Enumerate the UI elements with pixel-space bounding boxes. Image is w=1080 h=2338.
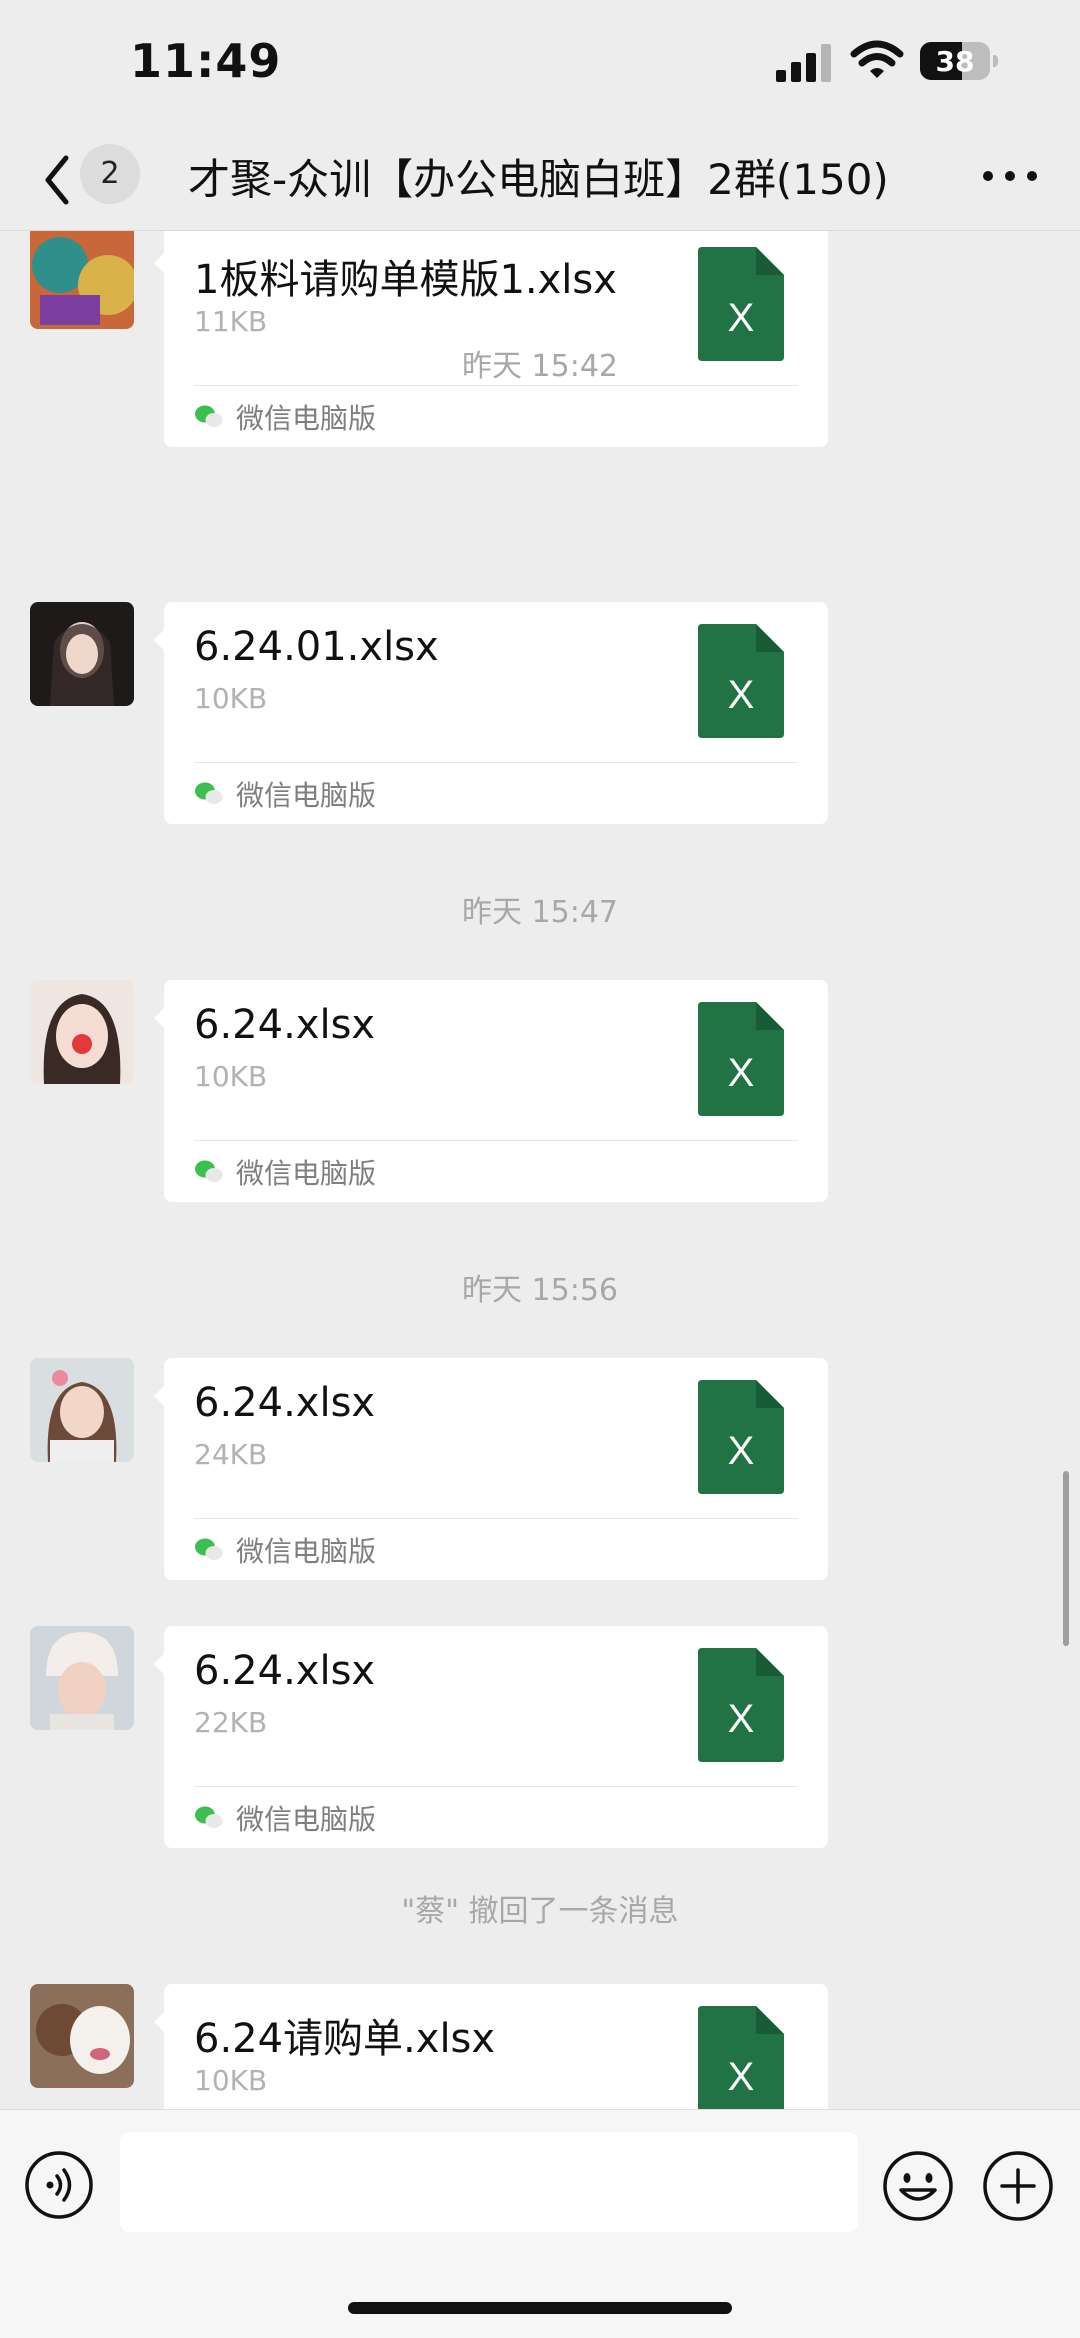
excel-letter: X	[728, 1051, 755, 1095]
excel-letter: X	[728, 1429, 755, 1473]
battery-icon: 38	[920, 42, 998, 80]
file-message[interactable]: 6.24.xlsx 24KB X 微信电脑版	[154, 1358, 828, 1580]
excel-file-icon: X	[698, 624, 784, 738]
wechat-logo-icon	[195, 1806, 223, 1828]
file-message[interactable]: 6.24.01.xlsx 10KB X 微信电脑版	[154, 602, 828, 824]
file-size: 11KB	[194, 305, 268, 338]
source-tag: 微信电脑版	[194, 1796, 376, 1840]
sender-avatar[interactable]	[30, 1358, 134, 1462]
add-attachment-icon[interactable]	[982, 2150, 1054, 2222]
timestamp: 昨天 15:42	[462, 349, 618, 384]
wechat-logo-icon	[195, 405, 223, 427]
more-options-icon[interactable]	[980, 156, 1040, 196]
home-indicator	[348, 2302, 732, 2314]
emoji-icon[interactable]	[882, 2150, 954, 2222]
status-time: 11:49	[130, 34, 282, 88]
chat-header: 2 才聚-众训【办公电脑白班】2群(150)	[0, 130, 1080, 231]
file-size: 10KB	[194, 1060, 268, 1093]
source-tag: 微信电脑版	[194, 772, 376, 816]
source-tag: 微信电脑版	[194, 1150, 376, 1194]
file-size: 10KB	[194, 682, 268, 715]
excel-letter: X	[728, 673, 755, 717]
source-tag: 微信电脑版	[194, 1528, 376, 1572]
sender-avatar[interactable]	[30, 231, 134, 329]
status-bar: 11:49 38	[0, 0, 1080, 130]
message-input[interactable]	[120, 2132, 858, 2232]
excel-letter: X	[728, 1697, 755, 1741]
chat-title: 才聚-众训【办公电脑白班】2群(150)	[188, 155, 889, 204]
wechat-logo-icon	[195, 782, 223, 804]
message-input-bar	[0, 2109, 1080, 2338]
excel-letter: X	[728, 2055, 755, 2099]
excel-letter: X	[728, 296, 755, 340]
sender-avatar[interactable]	[30, 1984, 134, 2088]
file-message[interactable]: 6.24.xlsx 22KB X 微信电脑版	[154, 1626, 828, 1848]
scrollbar[interactable]	[1063, 1471, 1069, 1646]
cellular-signal-icon	[776, 44, 831, 82]
file-message[interactable]: 6.24.xlsx 10KB X 微信电脑版	[154, 980, 828, 1202]
timestamp: 昨天 15:47	[462, 895, 618, 930]
battery-level: 38	[935, 45, 975, 78]
source-label: 微信电脑版	[236, 1535, 377, 1568]
source-tag: 微信电脑版	[194, 395, 376, 439]
source-label: 微信电脑版	[236, 1803, 377, 1836]
file-name: 6.24请购单.xlsx	[194, 2016, 496, 2062]
excel-file-icon: X	[698, 1648, 784, 1762]
unread-count-badge[interactable]: 2	[80, 144, 140, 204]
wechat-logo-icon	[195, 1538, 223, 1560]
file-message[interactable]: 1板料请购单模版1.xlsx 11KB X 微信电脑版	[154, 231, 828, 447]
sender-avatar[interactable]	[30, 602, 134, 706]
file-name: 6.24.xlsx	[194, 1648, 376, 1694]
file-message[interactable]: 6.24请购单.xlsx 10KB X	[154, 1984, 828, 2109]
timestamp: 昨天 15:56	[462, 1273, 618, 1308]
message-list[interactable]: 1板料请购单模版1.xlsx 11KB X 微信电脑版 昨天 15:42 6.2…	[0, 231, 1080, 2109]
source-label: 微信电脑版	[236, 402, 377, 435]
sender-avatar[interactable]	[30, 1626, 134, 1730]
file-size: 22KB	[194, 1706, 268, 1739]
sender-avatar[interactable]	[30, 980, 134, 1084]
source-label: 微信电脑版	[236, 1157, 377, 1190]
excel-file-icon: X	[698, 1380, 784, 1494]
wifi-icon	[850, 40, 904, 78]
source-label: 微信电脑版	[236, 779, 377, 812]
excel-file-icon: X	[698, 1002, 784, 1116]
file-size: 10KB	[194, 2064, 268, 2097]
voice-input-icon[interactable]	[24, 2150, 94, 2220]
recall-notice: "蔡" 撤回了一条消息	[401, 1894, 679, 1929]
file-size: 24KB	[194, 1438, 268, 1471]
file-name: 1板料请购单模版1.xlsx	[194, 257, 617, 303]
wechat-logo-icon	[195, 1160, 223, 1182]
file-name: 6.24.xlsx	[194, 1002, 376, 1048]
file-name: 6.24.01.xlsx	[194, 624, 439, 670]
file-name: 6.24.xlsx	[194, 1380, 376, 1426]
excel-file-icon: X	[698, 2006, 784, 2109]
